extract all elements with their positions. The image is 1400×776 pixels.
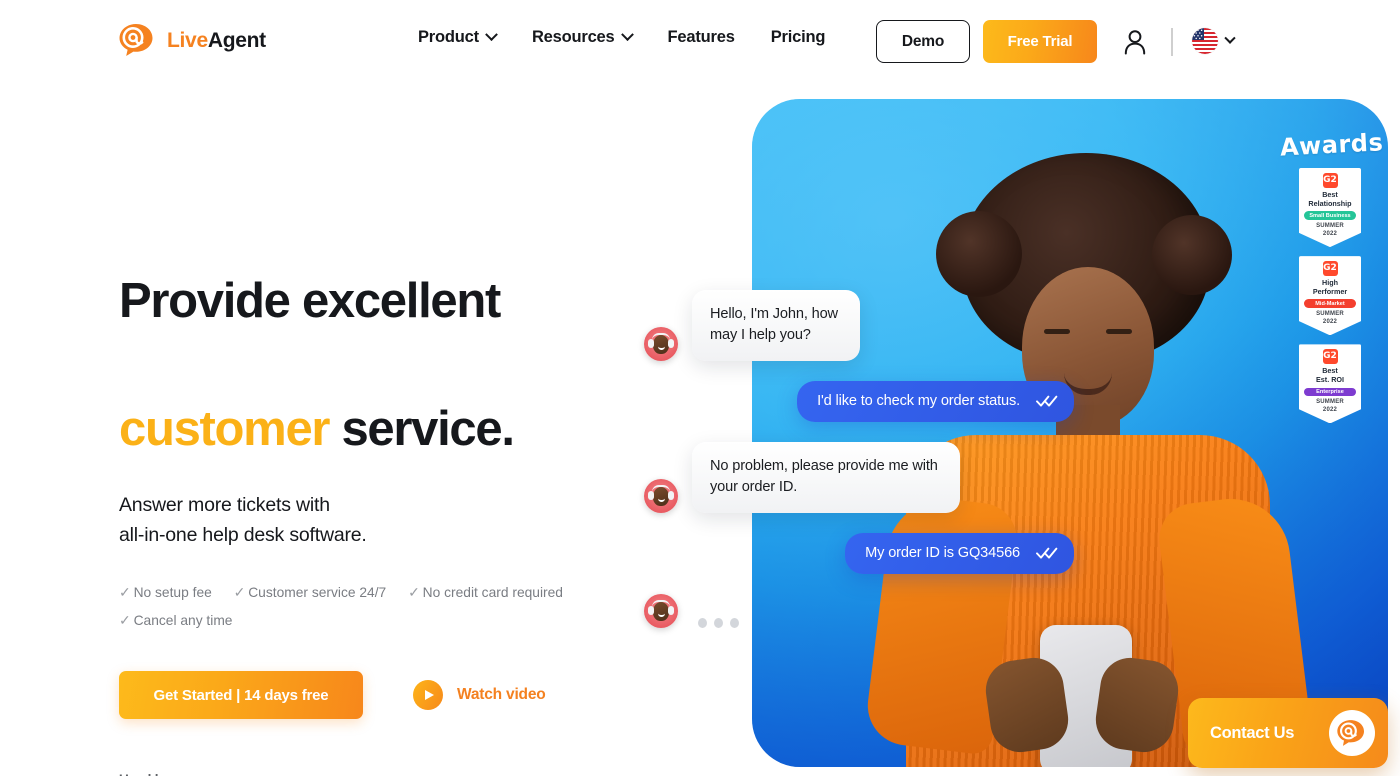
benefit-item-3: ✓ No credit card required	[408, 579, 563, 607]
nav-label-product: Product	[418, 28, 479, 46]
award-badge-segment: Enterprise	[1304, 387, 1356, 397]
chat-message-customer-2: My order ID is GQ34566	[644, 533, 1074, 574]
nav-item-features[interactable]: Features	[668, 28, 735, 47]
free-trial-button[interactable]: Free Trial	[983, 20, 1097, 63]
logo-text-agent: Agent	[207, 28, 266, 52]
benefit-item-1: ✓ No setup fee	[119, 579, 212, 607]
benefit-label-2: Customer service 24/7	[248, 585, 387, 600]
chat-conversation: Hello, I'm John, how may I help you? I'd…	[644, 290, 1074, 648]
award-badge-best-est-roi: G2 Best Est. ROI Enterprise SUMMER 2022	[1299, 344, 1361, 424]
g2-logo-icon: G2	[1322, 261, 1338, 277]
contact-us-label: Contact Us	[1210, 723, 1295, 742]
agent-avatar	[644, 327, 678, 361]
chat-message-customer-1: I'd like to check my order status.	[644, 381, 1074, 422]
main-navigation: Product Resources Features Pricing	[418, 28, 825, 47]
typing-indicator	[692, 614, 739, 628]
g2-logo-icon: G2	[1322, 349, 1338, 365]
cta-row: Get Started | 14 days free Watch video	[119, 671, 739, 719]
logo-text-live: Live	[167, 28, 208, 52]
agent-avatar	[644, 594, 678, 628]
chat-bubble-text: My order ID is GQ34566	[865, 545, 1020, 561]
benefit-label-4: Cancel any time	[133, 613, 233, 628]
nav-item-resources[interactable]: Resources	[531, 28, 634, 47]
watch-video-label: Watch video	[457, 686, 546, 703]
benefit-item-2: ✓ Customer service 24/7	[234, 579, 387, 607]
chat-message-agent-1: Hello, I'm John, how may I help you?	[644, 290, 1074, 361]
g2-logo-icon: G2	[1322, 173, 1338, 188]
nav-item-pricing[interactable]: Pricing	[771, 28, 826, 47]
chat-bubble-text: No problem, please provide me with your …	[692, 442, 960, 513]
benefits-list: ✓ No setup fee ✓ Customer service 24/7 ✓ No…	[119, 579, 639, 635]
award-badge-segment: Mid-Market	[1304, 299, 1356, 309]
chat-bubble-customer: My order ID is GQ34566	[845, 533, 1074, 574]
headline-rest: service.	[329, 402, 514, 456]
award-badge-title: Best Relationship	[1308, 190, 1352, 208]
chat-bubble-text: I'd like to check my order status.	[817, 393, 1020, 409]
chat-message-agent-typing	[644, 594, 1074, 628]
at-speech-bubble-icon	[118, 23, 158, 57]
headline-accent-word: customer	[119, 402, 330, 456]
award-badge-best-relationship: G2 Best Relationship Small Business SUMM…	[1299, 168, 1361, 248]
us-flag-icon	[1192, 28, 1218, 54]
award-badge-segment: Small Business	[1304, 211, 1356, 220]
double-check-icon	[1036, 395, 1058, 407]
awards-panel: Awards G2 Best Relationship Small Busine…	[1279, 128, 1384, 424]
demo-button[interactable]: Demo	[876, 20, 970, 63]
chevron-down-icon	[1224, 32, 1236, 44]
headline-line-1: Provide excellent	[119, 274, 501, 328]
award-badge-high-performer: G2 High Performer Mid-Market SUMMER 2022	[1299, 256, 1361, 336]
benefit-item-4: ✓ Cancel any time	[119, 607, 233, 635]
award-badge-season: SUMMER 2022	[1316, 311, 1344, 325]
agent-avatar	[644, 479, 678, 513]
used-by-label: Used by	[119, 772, 739, 776]
chat-bubble-text: Hello, I'm John, how may I help you?	[692, 290, 860, 361]
site-header: LiveAgent Product Resources Features Pri…	[0, 0, 1400, 84]
play-triangle-icon	[413, 680, 443, 710]
award-badge-season: SUMMER 2022	[1316, 399, 1344, 413]
check-icon: ✓	[233, 585, 246, 600]
award-badge-season: SUMMER 2022	[1316, 222, 1344, 237]
check-icon: ✓	[119, 613, 131, 628]
award-badge-title: Best Est. ROI	[1316, 366, 1344, 384]
nav-item-product[interactable]: Product	[418, 28, 498, 47]
get-started-button[interactable]: Get Started | 14 days free	[119, 671, 363, 719]
check-icon: ✓	[119, 585, 131, 600]
chevron-down-icon	[485, 28, 498, 42]
check-icon: ✓	[408, 585, 420, 600]
language-selector[interactable]	[1192, 28, 1236, 54]
awards-title: Awards	[1279, 128, 1384, 162]
logo-text: LiveAgent	[167, 30, 266, 51]
nav-label-features: Features	[667, 28, 735, 46]
chat-message-agent-2: No problem, please provide me with your …	[644, 442, 1074, 513]
nav-label-pricing: Pricing	[770, 28, 826, 46]
nav-label-resources: Resources	[531, 28, 615, 46]
user-person-icon[interactable]	[1124, 29, 1146, 55]
page-root: LiveAgent Product Resources Features Pri…	[0, 0, 1400, 776]
benefit-label-3: No credit card required	[422, 585, 563, 600]
double-check-icon	[1036, 547, 1058, 559]
logo[interactable]: LiveAgent	[118, 23, 266, 57]
at-speech-bubble-icon	[1329, 710, 1375, 756]
chevron-down-icon	[620, 28, 634, 42]
contact-us-widget[interactable]: Contact Us	[1188, 698, 1388, 768]
benefit-label-1: No setup fee	[133, 585, 212, 600]
chat-bubble-customer: I'd like to check my order status.	[797, 381, 1074, 422]
watch-video-button[interactable]: Watch video	[413, 680, 546, 710]
header-divider	[1171, 28, 1173, 56]
award-badge-title: High Performer	[1312, 278, 1348, 296]
